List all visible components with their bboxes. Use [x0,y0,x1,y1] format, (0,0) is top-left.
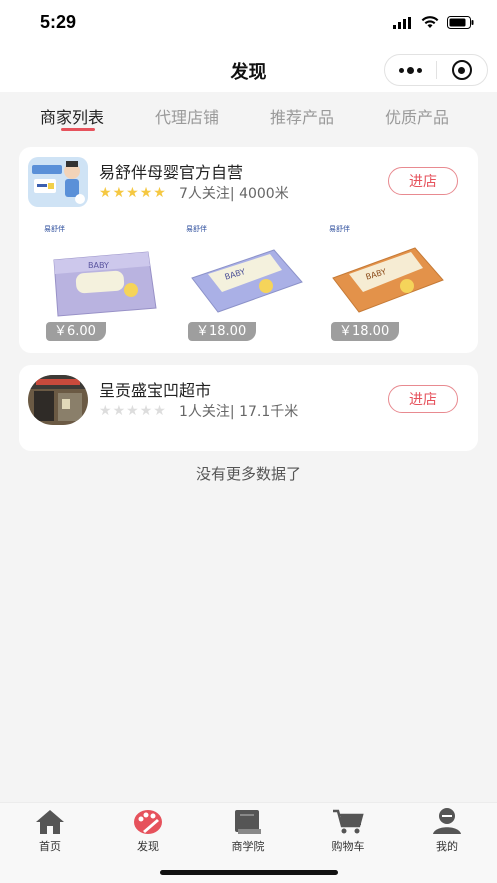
shop-rating: ★ ★ ★ ★ ★ [99,404,166,418]
more-button[interactable] [385,55,436,85]
tabbar-label: 发现 [137,840,159,853]
product-price: ￥18.00 [331,322,400,341]
star-icon: ★ [112,403,126,419]
product-list: 易舒伴 BABY ￥6.00 易舒伴 BABY ￥18.00 易舒伴 BABY … [28,220,478,345]
enter-shop-button[interactable]: 进店 [388,167,458,195]
home-icon [20,807,80,835]
tab-agent-stores[interactable]: 代理店铺 [155,104,219,128]
shop-name: 易舒伴母婴官方自营 [99,163,244,182]
tabbar-item-cart[interactable]: 购物车 [318,807,378,854]
star-icon: ★ [153,185,166,201]
star-icon: ★ [112,185,126,201]
nav-bar: 发现 [0,46,497,92]
star-icon: ★ [153,403,166,419]
profile-icon [417,807,477,835]
product-item[interactable]: 易舒伴 BABY ￥6.00 [36,220,166,345]
close-target-icon [451,60,472,80]
close-miniprogram-button[interactable] [436,55,487,85]
mini-program-capsule [384,54,488,86]
tab-quality-products[interactable]: 优质产品 [385,104,449,128]
status-bar: 5:29 [0,0,497,46]
wipes-pack-image: BABY [53,251,157,317]
wifi-icon [421,14,439,33]
star-icon: ★ [126,403,139,419]
discover-icon [118,807,178,835]
shop-rating: ★ ★ ★ ★ ★ [99,186,166,200]
svg-text:BABY: BABY [88,261,109,270]
product-item[interactable]: 易舒伴 BABY ￥18.00 [178,220,308,345]
star-icon: ★ [126,185,139,201]
shop-avatar [28,375,88,425]
wipes-pack-image: BABY [332,247,444,313]
more-icon [398,66,422,74]
star-icon: ★ [99,403,112,419]
shop-card[interactable]: 呈贡盛宝凹超市 ★ ★ ★ ★ ★ 1人关注| 17.1千米 进店 [19,365,478,451]
signal-icon [393,14,413,33]
book-icon [218,807,278,835]
product-item[interactable]: 易舒伴 BABY ￥18.00 [321,220,451,345]
status-time: 5:29 [40,12,77,32]
wipes-pack-image: BABY [191,249,303,313]
category-tabs: 商家列表 代理店铺 推荐产品 优质产品 [0,92,497,132]
star-icon: ★ [99,185,112,201]
star-icon: ★ [139,403,153,419]
star-icon: ★ [139,185,153,201]
tabbar-item-profile[interactable]: 我的 [417,807,477,854]
product-price: ￥6.00 [46,322,106,341]
tabbar-label: 首页 [39,840,61,853]
tabbar-label: 购物车 [331,840,365,853]
tabbar-label: 我的 [436,840,458,853]
cart-icon [318,807,378,835]
enter-shop-button[interactable]: 进店 [388,385,458,413]
tab-merchant-list[interactable]: 商家列表 [40,104,104,128]
active-tab-indicator [61,128,95,131]
tab-recommended-products[interactable]: 推荐产品 [270,104,334,128]
shop-name: 呈贡盛宝凹超市 [99,381,212,400]
shop-avatar [28,157,88,207]
status-icons [393,15,475,31]
no-more-data-text: 没有更多数据了 [195,465,301,483]
tabbar-item-discover[interactable]: 发现 [118,807,178,854]
tabbar-item-academy[interactable]: 商学院 [218,807,278,854]
shop-card[interactable]: 易舒伴母婴官方自营 ★ ★ ★ ★ ★ 7人关注| 4000米 进店 易舒伴 B… [19,147,478,353]
product-price: ￥18.00 [188,322,257,341]
shop-meta: 1人关注| 17.1千米 [179,404,299,420]
battery-icon [447,14,475,33]
shop-meta: 7人关注| 4000米 [179,186,289,202]
tabbar-label: 商学院 [231,840,265,853]
tabbar-item-home[interactable]: 首页 [20,807,80,854]
home-indicator [160,870,338,875]
